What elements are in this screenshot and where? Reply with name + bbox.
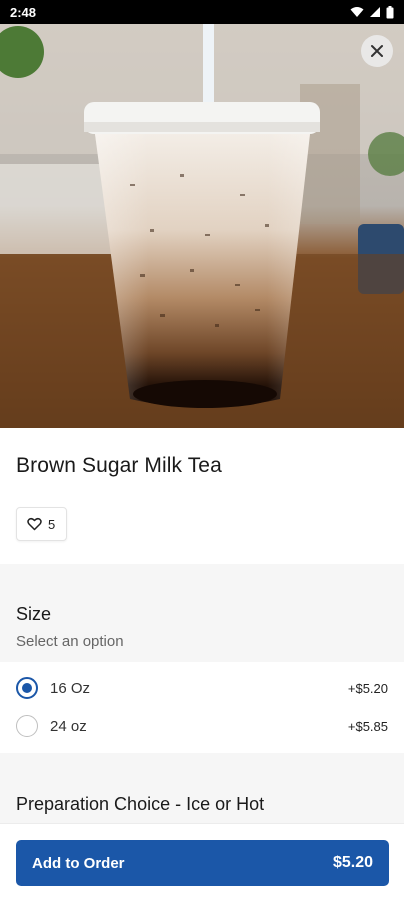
radio-unselected[interactable] — [16, 715, 38, 737]
milk-tea-photo — [0, 24, 404, 428]
order-total: $5.20 — [332, 854, 373, 871]
signal-icon — [370, 7, 380, 17]
item-title: Brown Sugar Milk Tea — [16, 454, 222, 477]
like-button[interactable]: 5 — [16, 507, 67, 541]
size-section-title: Size — [16, 604, 52, 624]
close-button[interactable] — [361, 35, 393, 67]
status-icons — [350, 5, 394, 19]
option-label: 24 oz — [50, 717, 87, 735]
size-section-subtitle: Select an option — [16, 633, 124, 650]
bottom-action-bar: Add to Order $5.20 — [0, 823, 404, 900]
option-price: +$5.20 — [347, 680, 388, 696]
radio-selected[interactable] — [16, 677, 38, 699]
status-bar: 2:48 — [0, 0, 404, 24]
option-price: +$5.85 — [347, 718, 388, 734]
status-time: 2:48 — [10, 4, 37, 20]
close-icon — [371, 45, 383, 57]
option-label: 16 Oz — [50, 679, 91, 697]
add-to-order-label: Add to Order — [32, 854, 125, 872]
battery-icon — [386, 5, 394, 18]
like-count: 5 — [48, 516, 56, 532]
prep-section-title: Preparation Choice - Ice or Hot — [16, 794, 265, 814]
add-to-order-button[interactable]: Add to Order $5.20 — [16, 840, 389, 886]
hero-image — [0, 24, 404, 428]
size-option-24oz[interactable]: 24 oz +$5.85 — [0, 707, 404, 745]
size-option-16oz[interactable]: 16 Oz +$5.20 — [0, 669, 404, 707]
size-section-header: Size Select an option — [0, 564, 404, 662]
heart-outline-icon — [27, 517, 42, 531]
wifi-icon — [350, 7, 364, 17]
